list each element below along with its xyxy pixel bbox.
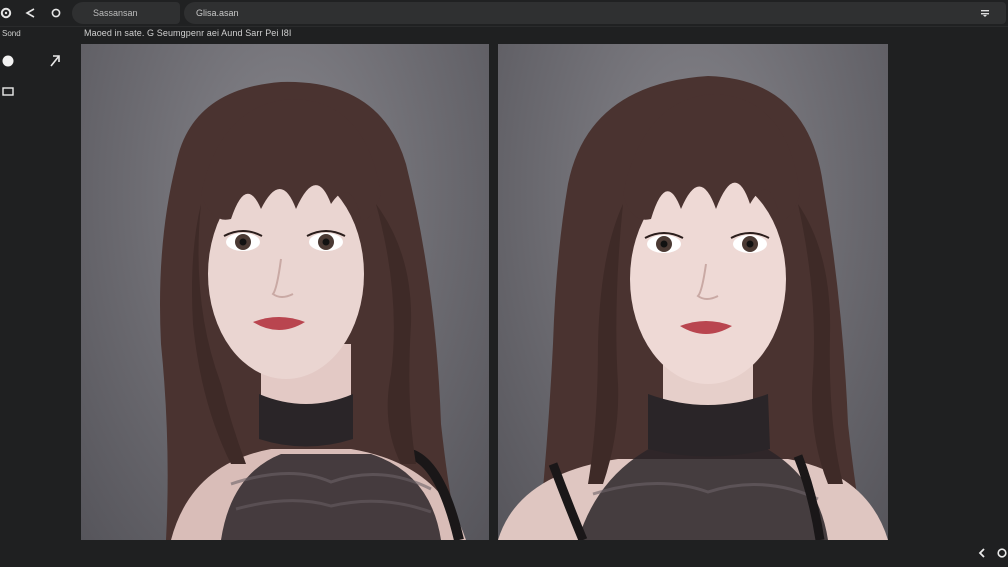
rectangle-tool-icon[interactable] <box>0 84 16 98</box>
sub-toolbar: Sond Maoed in sate. G Seumgpenr aei Aund… <box>0 27 1008 43</box>
sub-label: Sond <box>2 29 21 38</box>
image-right[interactable] <box>498 44 888 540</box>
top-toolbar: Sassansan Glisa.asan <box>0 0 1008 27</box>
chevron-left-icon[interactable] <box>974 545 990 561</box>
app-window: Sassansan Glisa.asan Sond Maoed in sate.… <box>0 0 1008 567</box>
portrait-right <box>498 76 888 540</box>
bottom-bar <box>0 541 1008 567</box>
menu-icon[interactable] <box>978 4 992 22</box>
image-caption: Maoed in sate. G Seumgpenr aei Aund Sarr… <box>84 28 292 38</box>
refresh-icon[interactable] <box>46 3 66 23</box>
address-text: Glisa.asan <box>196 8 239 18</box>
tab[interactable]: Sassansan <box>72 2 180 24</box>
share-icon[interactable] <box>20 3 40 23</box>
tab-label: Sassansan <box>93 8 138 18</box>
arrow-tool-icon[interactable] <box>46 52 64 68</box>
settings-icon[interactable] <box>0 3 16 23</box>
address-field[interactable]: Glisa.asan <box>184 2 1006 24</box>
refresh-icon[interactable] <box>994 545 1008 561</box>
circle-tool-icon[interactable] <box>0 53 16 69</box>
portrait-left <box>160 81 466 540</box>
image-left[interactable] <box>81 44 489 540</box>
